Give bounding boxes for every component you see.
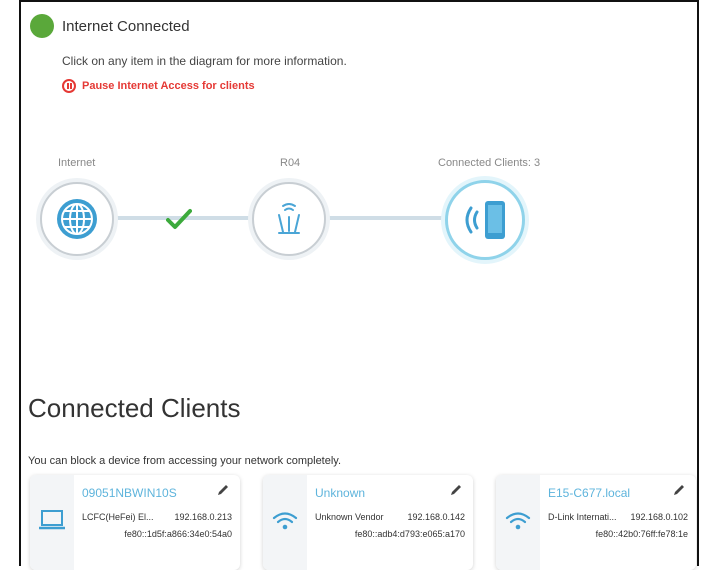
connected-check-icon — [166, 209, 192, 229]
client-ipv4: 192.168.0.102 — [630, 512, 688, 522]
wifi-icon — [505, 512, 531, 530]
pause-internet-button[interactable]: Pause Internet Access for clients — [62, 79, 255, 93]
client-ipv6: fe80::adb4:d793:e065:a170 — [354, 529, 465, 539]
laptop-icon — [39, 510, 65, 530]
edit-pencil-icon[interactable] — [672, 483, 686, 497]
router-icon — [278, 203, 300, 234]
client-ipv4: 192.168.0.213 — [174, 512, 232, 522]
client-ipv6: fe80::1d5f:a866:34e0:54a0 — [124, 529, 232, 539]
frame-border-right — [697, 0, 699, 566]
client-vendor: Unknown Vendor — [315, 512, 384, 522]
client-vendor: D-Link Internati... — [548, 512, 617, 522]
client-card[interactable]: 09051NBWIN10S LCFC(HeFei) El... 192.168.… — [30, 475, 240, 570]
internet-node[interactable] — [40, 182, 114, 256]
connected-clients-node[interactable] — [445, 180, 525, 260]
wifi-icon — [272, 512, 298, 530]
client-card[interactable]: E15-C677.local D-Link Internati... 192.1… — [496, 475, 696, 570]
status-title: Internet Connected — [62, 18, 190, 35]
clients-node-label: Connected Clients: 3 — [438, 157, 541, 169]
router-node-label: R04 — [280, 157, 301, 169]
router-clients-link — [326, 216, 448, 220]
connected-devices-icon — [465, 201, 505, 239]
frame-border-top — [19, 0, 699, 2]
client-ipv4: 192.168.0.142 — [407, 512, 465, 522]
edit-pencil-icon[interactable] — [449, 483, 463, 497]
connected-clients-heading: Connected Clients — [28, 393, 241, 423]
edit-pencil-icon[interactable] — [216, 483, 230, 497]
pause-internet-label: Pause Internet Access for clients — [82, 80, 255, 92]
status-indicator-icon — [30, 14, 54, 38]
client-name-link[interactable]: 09051NBWIN10S — [82, 486, 177, 500]
client-ipv6: fe80::42b0:76ff:fe78:1e — [595, 529, 688, 539]
client-name-link[interactable]: Unknown — [315, 486, 365, 500]
router-node[interactable] — [252, 182, 326, 256]
diagram-hint: Click on any item in the diagram for mor… — [62, 54, 347, 68]
connected-clients-subtitle: You can block a device from accessing yo… — [28, 455, 342, 467]
frame-border-left — [19, 0, 21, 566]
client-card[interactable]: Unknown Unknown Vendor 192.168.0.142 fe8… — [263, 475, 473, 570]
pause-icon — [62, 79, 76, 93]
client-name-link[interactable]: E15-C677.local — [548, 486, 630, 500]
internet-node-label: Internet — [58, 157, 96, 169]
client-vendor: LCFC(HeFei) El... — [82, 512, 154, 522]
globe-icon — [57, 199, 97, 239]
